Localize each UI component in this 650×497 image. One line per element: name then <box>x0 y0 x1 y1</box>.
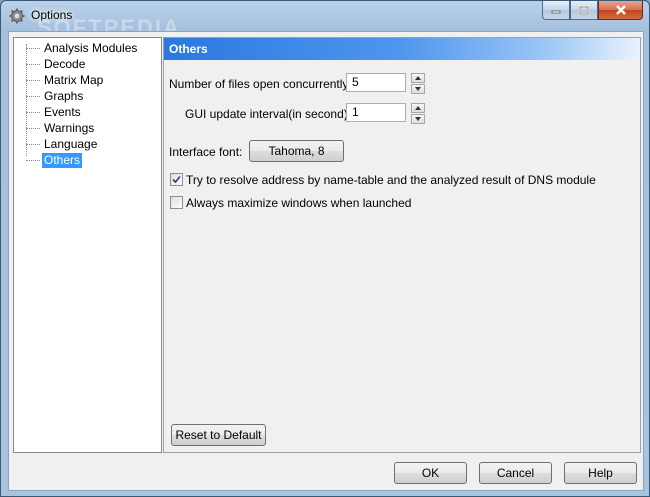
options-window: Options SOFTPEDIA Analysis Modules Decod… <box>0 0 650 497</box>
category-tree[interactable]: Analysis Modules Decode Matrix Map Graph… <box>13 37 162 453</box>
files-open-input[interactable]: 5 <box>346 73 406 92</box>
resolve-address-label: Try to resolve address by name-table and… <box>186 173 596 187</box>
dialog-client-area: Analysis Modules Decode Matrix Map Graph… <box>8 31 644 491</box>
tree-item-warnings[interactable]: Warnings <box>26 120 96 136</box>
cancel-button[interactable]: Cancel <box>479 462 552 484</box>
spin-down-button[interactable] <box>411 114 425 124</box>
interface-font-button[interactable]: Tahoma, 8 <box>249 140 344 162</box>
tree-item-label: Analysis Modules <box>44 40 138 55</box>
tree-item-language[interactable]: Language <box>26 136 99 152</box>
panel-header: Others <box>164 38 640 60</box>
gui-interval-input[interactable]: 1 <box>346 103 406 122</box>
files-open-label: Number of files open concurrently: <box>169 77 352 91</box>
tree-item-matrix-map[interactable]: Matrix Map <box>26 72 105 88</box>
minimize-icon <box>551 10 561 14</box>
tree-item-label: Warnings <box>44 120 95 135</box>
tree-item-events[interactable]: Events <box>26 104 83 120</box>
close-icon <box>615 5 626 15</box>
arrow-up-icon <box>415 76 421 80</box>
gui-interval-label: GUI update interval(in second): <box>185 107 352 121</box>
arrow-up-icon <box>415 106 421 110</box>
tree-item-graphs[interactable]: Graphs <box>26 88 85 104</box>
help-button[interactable]: Help <box>564 462 637 484</box>
maximize-windows-checkbox[interactable] <box>170 196 183 209</box>
caption-buttons <box>542 1 643 21</box>
spin-up-button[interactable] <box>411 73 425 83</box>
tree-item-label: Others <box>42 152 83 168</box>
settings-panel: Others Number of files open concurrently… <box>163 37 641 453</box>
tree-item-label: Decode <box>44 56 86 71</box>
tree-item-decode[interactable]: Decode <box>26 56 87 72</box>
minimize-button[interactable] <box>542 1 570 20</box>
tree-item-others[interactable]: Others <box>26 152 83 168</box>
tree-item-label: Graphs <box>44 88 84 103</box>
files-open-spinner <box>411 73 425 94</box>
gui-interval-spinner <box>411 103 425 124</box>
maximize-icon <box>579 5 589 15</box>
arrow-down-icon <box>415 87 421 91</box>
interface-font-label: Interface font: <box>169 145 243 159</box>
tree-item-analysis-modules[interactable]: Analysis Modules <box>26 40 139 56</box>
gear-icon <box>9 8 25 24</box>
resolve-address-checkbox[interactable] <box>170 173 183 186</box>
arrow-down-icon <box>415 117 421 121</box>
maximize-button[interactable] <box>570 1 598 20</box>
spin-up-button[interactable] <box>411 103 425 113</box>
close-button[interactable] <box>598 1 643 20</box>
checkmark-icon <box>172 175 181 184</box>
spin-down-button[interactable] <box>411 84 425 94</box>
title-bar[interactable]: Options SOFTPEDIA <box>1 1 649 40</box>
tree-item-label: Matrix Map <box>44 72 104 87</box>
tree-item-label: Language <box>44 136 98 151</box>
ok-button[interactable]: OK <box>394 462 467 484</box>
reset-default-button[interactable]: Reset to Default <box>171 424 266 446</box>
tree-item-label: Events <box>44 104 81 119</box>
panel-title: Others <box>169 42 208 56</box>
maximize-windows-label: Always maximize windows when launched <box>186 196 412 210</box>
